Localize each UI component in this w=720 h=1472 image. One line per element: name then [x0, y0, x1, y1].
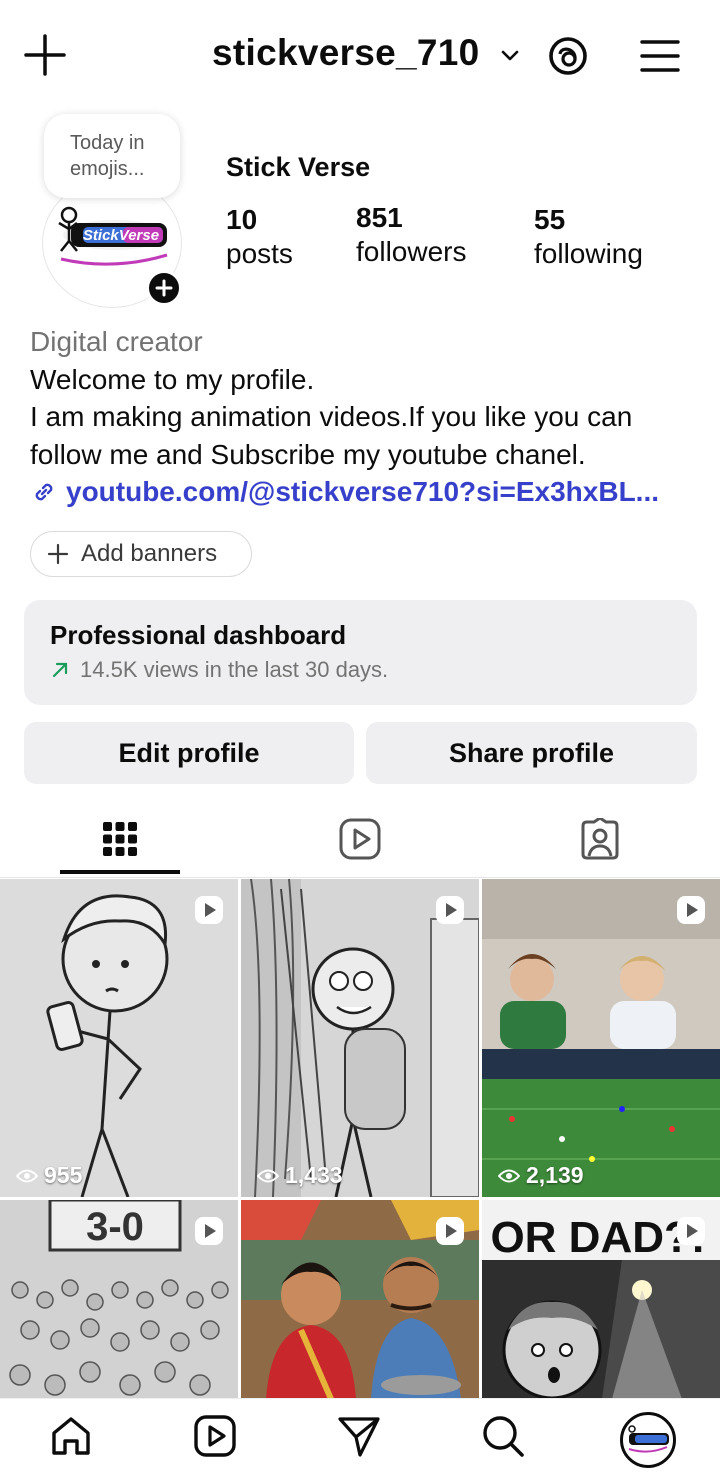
post-thumbnail	[241, 879, 479, 1197]
bio-line: follow me and Subscribe my youtube chane…	[30, 438, 586, 470]
following-stat[interactable]: 55 following	[534, 204, 643, 270]
bottom-navigation	[0, 1398, 720, 1472]
grid-icon	[103, 822, 137, 856]
posts-label: posts	[226, 238, 293, 269]
reel-badge-icon	[677, 896, 705, 924]
bio-line: Welcome to my profile.	[30, 363, 315, 395]
hamburger-menu-icon[interactable]	[638, 34, 682, 78]
post-tile[interactable]: 3-0	[0, 1200, 238, 1399]
home-icon[interactable]	[48, 1413, 94, 1459]
add-banners-label: Add banners	[81, 540, 218, 567]
plus-icon	[47, 543, 69, 565]
view-count-text: 955	[44, 1162, 83, 1188]
threads-icon[interactable]	[546, 34, 590, 78]
dashboard-title: Professional dashboard	[50, 620, 347, 650]
tab-grid[interactable]	[0, 800, 240, 878]
note-bubble[interactable]: Today in emojis...	[44, 114, 180, 198]
profile-avatar-nav[interactable]	[620, 1412, 676, 1468]
view-count-text: 2,139	[526, 1162, 584, 1188]
username-title[interactable]: stickverse_710	[212, 32, 480, 74]
reel-badge-icon	[677, 1217, 705, 1245]
reel-badge-icon	[436, 1217, 464, 1245]
plus-icon[interactable]	[22, 32, 68, 78]
following-count: 55	[534, 204, 566, 235]
followers-count: 851	[356, 202, 403, 233]
posts-stat[interactable]: 10 posts	[226, 204, 293, 270]
add-banners-button[interactable]: Add banners	[30, 531, 252, 577]
post-tile[interactable]: 2,139	[482, 879, 720, 1197]
trend-up-arrow-icon	[52, 662, 68, 678]
reel-badge-icon	[195, 1217, 223, 1245]
add-story-button[interactable]	[146, 270, 182, 306]
chevron-down-icon[interactable]	[498, 44, 522, 68]
plus-icon	[155, 279, 173, 297]
tagged-icon	[581, 818, 619, 860]
post-tile[interactable]: 955	[0, 879, 238, 1197]
reel-badge-icon	[195, 896, 223, 924]
share-profile-button[interactable]: Share profile	[366, 722, 697, 784]
reels-icon[interactable]	[192, 1413, 238, 1459]
tab-tagged[interactable]	[480, 800, 720, 878]
reel-badge-icon	[436, 896, 464, 924]
post-tile[interactable]: 1,433	[241, 879, 479, 1197]
following-label: following	[534, 238, 643, 269]
post-thumbnail	[0, 879, 238, 1197]
eye-icon	[16, 1169, 38, 1182]
view-count-text: 1,433	[285, 1162, 343, 1188]
eye-icon	[498, 1169, 520, 1182]
link-icon	[35, 483, 53, 501]
posts-grid: 955 1,433 2,139 3-0 OR DAD?!	[0, 879, 720, 1399]
post-tile[interactable]	[241, 1200, 479, 1399]
reels-icon	[339, 818, 381, 860]
bio: Digital creator Welcome to my profile. I…	[30, 323, 700, 511]
edit-profile-button[interactable]: Edit profile	[24, 722, 354, 784]
view-count: 2,139	[498, 1162, 584, 1189]
search-icon[interactable]	[480, 1413, 526, 1459]
scoreboard-text: 3-0	[86, 1205, 144, 1249]
top-bar: stickverse_710	[0, 0, 720, 110]
followers-stat[interactable]: 851 followers	[356, 202, 466, 268]
tab-reels[interactable]	[240, 800, 480, 878]
dashboard-subtitle: 14.5K views in the last 30 days.	[50, 657, 671, 683]
profile-tabs	[0, 800, 720, 878]
active-tab-indicator	[60, 870, 180, 874]
comic-caption-text: OR DAD?!	[490, 1213, 705, 1262]
bio-line: I am making animation videos.If you like…	[30, 401, 633, 432]
view-count: 1,433	[257, 1162, 343, 1189]
post-tile[interactable]: OR DAD?!	[482, 1200, 720, 1399]
category-label: Digital creator	[30, 326, 203, 357]
dashboard-views-text: 14.5K views in the last 30 days.	[80, 657, 389, 682]
view-count: 955	[16, 1162, 82, 1189]
professional-dashboard[interactable]: Professional dashboard 14.5K views in th…	[24, 600, 697, 705]
logo-text: StickVerse	[83, 227, 159, 244]
eye-icon	[257, 1169, 279, 1182]
stickverse-logo	[628, 1425, 669, 1453]
bio-link[interactable]: youtube.com/@stickverse710?si=Ex3hxBL...	[30, 473, 700, 511]
posts-count: 10	[226, 204, 258, 235]
post-thumbnail	[482, 879, 720, 1197]
bio-link-text: youtube.com/@stickverse710?si=Ex3hxBL...	[66, 476, 660, 507]
messages-icon[interactable]	[336, 1413, 382, 1459]
display-name: Stick Verse	[226, 152, 371, 182]
followers-label: followers	[356, 236, 467, 267]
